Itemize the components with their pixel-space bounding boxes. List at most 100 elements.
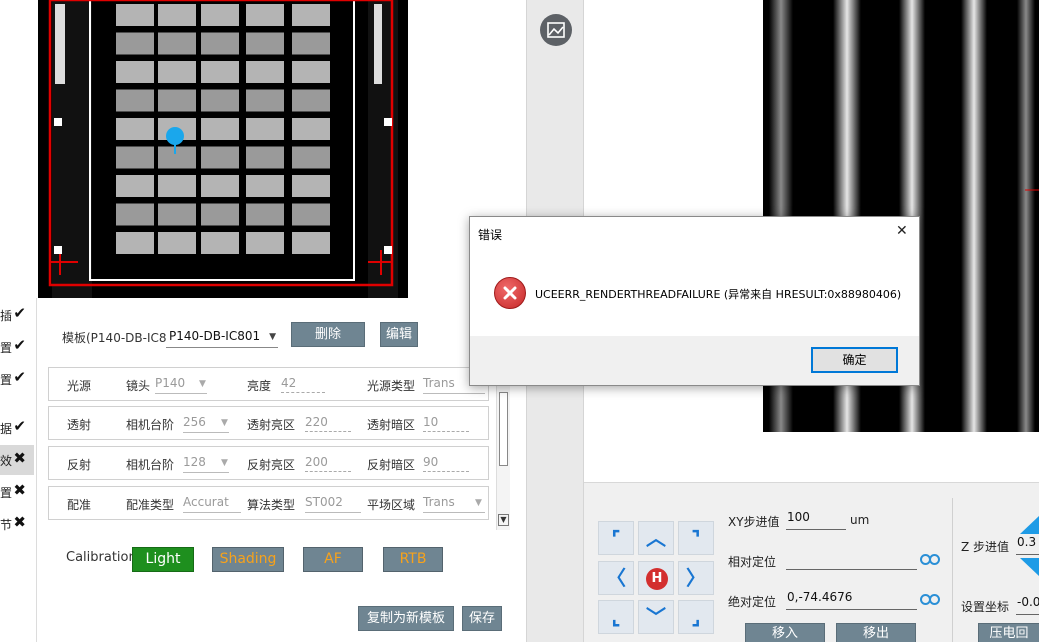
absolute-input[interactable]: 0,-74.4676 (786, 590, 917, 610)
slide-preview[interactable] (38, 0, 408, 298)
relative-input[interactable] (786, 550, 917, 570)
trans-dark-input[interactable]: 10 (423, 415, 469, 432)
go-relative-icon[interactable] (920, 554, 942, 566)
light-source-row: 光源 镜头 P140 ▼ 亮度 42 光源类型 Trans (48, 367, 489, 401)
template-select[interactable]: P140-DB-IC801 ▼ (166, 326, 278, 348)
piezo-home-button[interactable]: 压电回 (978, 623, 1039, 642)
chevron-down-icon: ▼ (269, 332, 276, 342)
slide-tile (201, 4, 239, 26)
status-item-5[interactable]: 效 ✖ (0, 445, 34, 475)
slide-tile (201, 118, 239, 140)
jog-up-left-button[interactable]: ⌜ (598, 521, 634, 555)
slide-tile (116, 175, 154, 197)
panel-divider (952, 498, 953, 642)
slide-tile (292, 203, 330, 226)
chevron-down-icon: ▼ (199, 379, 206, 389)
slide-tile (158, 146, 196, 169)
check-icon: ✔ (13, 417, 26, 435)
slide-tile (246, 175, 284, 197)
calibration-rtb-button[interactable]: RTB (383, 547, 443, 572)
slide-tiles (116, 4, 330, 254)
slide-tile (158, 175, 196, 197)
close-icon[interactable]: ✕ (896, 223, 908, 239)
slide-tile (116, 61, 154, 83)
edit-button[interactable]: 编辑 (380, 322, 418, 347)
image-icon[interactable] (540, 14, 572, 46)
copy-new-template-button[interactable]: 复制为新模板 (358, 606, 454, 631)
status-item-7[interactable]: 节 ✖ (0, 509, 34, 539)
status-item-1[interactable]: 插 ✔ (0, 300, 34, 330)
slide-tile (116, 203, 154, 226)
slide-tile (201, 232, 239, 254)
error-message: UCEERR_RENDERTHREADFAILURE (异常来自 HRESULT… (535, 288, 902, 301)
slide-tile (158, 32, 196, 55)
slide-tile (116, 232, 154, 254)
slide-tile (116, 146, 154, 169)
error-dialog: 错误 ✕ UCEERR_RENDERTHREADFAILURE (异常来自 HR… (469, 216, 920, 386)
reflection-row: 反射 相机台阶 128 ▼ 反射亮区 200 反射暗区 90 (48, 446, 489, 480)
slide-tile (158, 61, 196, 83)
move-out-button[interactable]: 移出 (836, 623, 916, 642)
calibration-light-button[interactable]: Light (132, 547, 194, 572)
xy-step-input[interactable]: 100 (786, 510, 846, 530)
refl-dark-input[interactable]: 90 (423, 455, 469, 472)
slide-tile (246, 146, 284, 169)
slide-tile (201, 203, 239, 226)
transmission-row: 透射 相机台阶 256 ▼ 透射亮区 220 透射暗区 10 (48, 406, 489, 440)
template-label: 模板(P140-DB-IC8 (62, 331, 167, 345)
status-item-4[interactable]: 据 ✔ (0, 413, 34, 443)
chevron-down-icon: ▼ (221, 418, 228, 428)
absolute-label: 绝对定位 (728, 595, 777, 609)
slide-tile (201, 89, 239, 112)
jog-left-button[interactable]: 〈 (598, 561, 634, 595)
align-type-select[interactable]: Accurat (183, 495, 241, 513)
calibration-shading-button[interactable]: Shading (212, 547, 284, 572)
slide-tile (116, 4, 154, 26)
scrollbar-thumb[interactable] (499, 392, 508, 466)
rows-scrollbar[interactable]: ▼ (496, 384, 510, 530)
chevron-down-icon: ▼ (475, 498, 482, 508)
error-icon (494, 277, 526, 309)
xy-unit-label: um (850, 513, 870, 527)
status-item-6[interactable]: 置 ✖ (0, 477, 34, 507)
jog-down-button[interactable]: ﹀ (638, 600, 674, 634)
go-absolute-icon[interactable] (920, 594, 942, 606)
cross-icon: ✖ (13, 481, 26, 499)
jog-down-right-button[interactable]: ⌟ (678, 600, 714, 634)
move-in-button[interactable]: 移入 (745, 623, 825, 642)
jog-up-button[interactable]: ︿ (638, 521, 674, 555)
status-item-3[interactable]: 置 ✔ (0, 364, 34, 394)
slide-tile (201, 146, 239, 169)
trans-bright-input[interactable]: 220 (305, 415, 351, 432)
brightness-input[interactable]: 42 (281, 376, 325, 393)
slide-tile (292, 118, 330, 140)
slide-tile (292, 232, 330, 254)
slide-tile (246, 89, 284, 112)
slide-tile (158, 89, 196, 112)
ok-button[interactable]: 确定 (811, 347, 898, 373)
set-coord-label: 设置坐标 (961, 600, 1010, 614)
slide-tile (116, 89, 154, 112)
jog-right-button[interactable]: 〉 (678, 561, 714, 595)
status-item-2[interactable]: 置 ✔ (0, 332, 34, 362)
slide-tile (116, 32, 154, 55)
jog-down-left-button[interactable]: ⌞ (598, 600, 634, 634)
slide-tile (292, 175, 330, 197)
set-coord-input[interactable]: -0.0 (1016, 595, 1039, 615)
delete-button[interactable]: 删除 (291, 322, 365, 347)
slide-tile (292, 32, 330, 55)
chevron-down-icon: ▼ (221, 458, 228, 468)
slide-tile (201, 175, 239, 197)
save-button[interactable]: 保存 (462, 606, 502, 631)
z-step-arrows-icon[interactable] (1020, 514, 1039, 578)
home-icon: H (646, 568, 668, 590)
refl-bright-input[interactable]: 200 (305, 455, 351, 472)
jog-up-right-button[interactable]: ⌝ (678, 521, 714, 555)
slide-tile (292, 4, 330, 26)
scroll-down-icon[interactable]: ▼ (498, 514, 509, 526)
calibration-af-button[interactable]: AF (303, 547, 363, 572)
algo-type-select[interactable]: ST002 (305, 495, 361, 513)
slide-tile (201, 32, 239, 55)
jog-home-button[interactable]: H (638, 561, 674, 595)
check-icon: ✔ (13, 336, 26, 354)
